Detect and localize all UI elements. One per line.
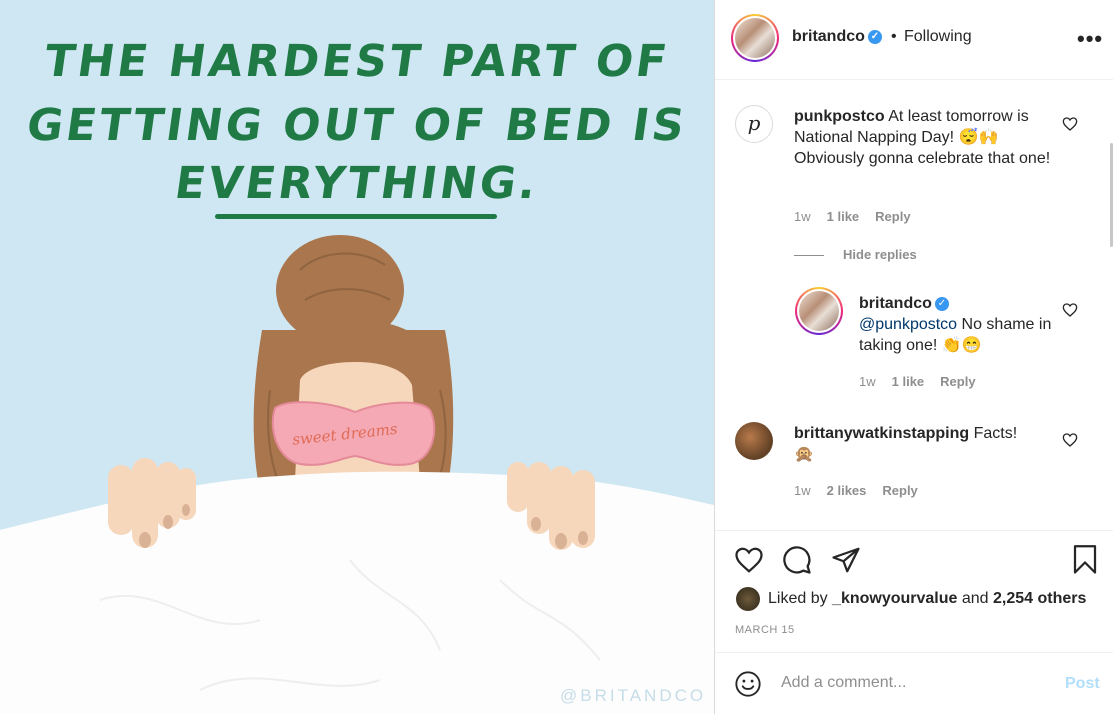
reply-avatar[interactable] xyxy=(795,287,843,335)
liked-by-prefix: Liked by xyxy=(768,590,828,607)
headline-line1: THE HARDEST PART OF xyxy=(41,36,673,87)
smiley-icon[interactable] xyxy=(734,670,762,698)
heart-icon[interactable] xyxy=(734,545,764,575)
comment-likes[interactable]: 2 likes xyxy=(827,483,867,498)
share-icon[interactable] xyxy=(831,545,861,575)
blanket xyxy=(0,471,714,714)
verified-badge-icon: ✓ xyxy=(867,29,882,44)
liked-by-count[interactable]: 2,254 others xyxy=(993,590,1086,607)
more-options-icon[interactable]: ••• xyxy=(1077,26,1103,52)
comment-username[interactable]: punkpostco xyxy=(794,108,885,125)
post-actions: Liked by _knowyourvalue and 2,254 others… xyxy=(715,530,1113,650)
liked-by-middle: and xyxy=(961,590,989,607)
comment-input[interactable] xyxy=(781,671,1051,695)
post-date[interactable]: MARCH 15 xyxy=(735,624,795,636)
comment-likes[interactable]: 1 like xyxy=(827,209,860,224)
comments-list[interactable]: p punkpostco At least tomorrow is Nation… xyxy=(715,81,1113,529)
reply-mention[interactable]: @punkpostco xyxy=(859,316,957,333)
post-button[interactable]: Post xyxy=(1065,675,1100,693)
post-image[interactable]: THE HARDEST PART OF GETTING OUT OF BED I… xyxy=(0,0,714,714)
bookmark-icon[interactable] xyxy=(1071,545,1099,575)
headline-line3: EVERYTHING. xyxy=(171,158,543,209)
reply-likes[interactable]: 1 like xyxy=(892,374,925,389)
reply-body: britandco ✓ @punkpostco No shame in takin… xyxy=(859,293,1069,356)
headline-underline xyxy=(215,214,497,219)
headline-line2: GETTING OUT OF BED IS xyxy=(23,100,691,151)
comment-time[interactable]: 1w xyxy=(794,483,811,498)
hide-replies-line xyxy=(794,255,824,256)
reply-like-heart-icon[interactable] xyxy=(1062,302,1078,318)
verified-badge-icon: ✓ xyxy=(934,296,949,311)
comment-like-heart-icon[interactable] xyxy=(1062,116,1078,132)
comment-username[interactable]: brittanywatkinstapping xyxy=(794,425,969,442)
comment-reply-button[interactable]: Reply xyxy=(882,483,917,498)
comment-body: brittanywatkinstapping Facts! 🙊 xyxy=(794,423,1059,465)
comment-like-heart-icon[interactable] xyxy=(1062,432,1078,448)
hide-replies-button[interactable]: Hide replies xyxy=(843,247,917,262)
following-button[interactable]: Following xyxy=(904,28,972,46)
reply-meta: 1w 1 like Reply xyxy=(859,374,992,389)
header-avatar[interactable] xyxy=(731,14,779,62)
reply-username[interactable]: britandco xyxy=(859,295,932,312)
comment-text: Facts! xyxy=(973,425,1018,442)
comment-emoji: 🙊 xyxy=(794,446,814,463)
comment-meta: 1w 2 likes Reply xyxy=(794,483,934,498)
comment-body: punkpostco At least tomorrow is National… xyxy=(794,106,1064,169)
header-username-link[interactable]: britandco ✓ xyxy=(792,28,882,46)
comment-meta: 1w 1 like Reply xyxy=(794,209,927,224)
comment-time[interactable]: 1w xyxy=(794,209,811,224)
header-separator: • xyxy=(891,28,897,45)
header-username[interactable]: britandco xyxy=(792,28,865,45)
watermark: @BRITANDCO xyxy=(560,686,707,705)
add-comment-bar: Post xyxy=(715,652,1113,714)
liked-by-avatar[interactable] xyxy=(736,587,760,611)
liked-by-user[interactable]: _knowyourvalue xyxy=(832,590,957,607)
liked-by-text: Liked by _knowyourvalue and 2,254 others xyxy=(768,590,1086,608)
reply-time[interactable]: 1w xyxy=(859,374,876,389)
post-details-panel: britandco ✓ • Following ••• p punkpostco … xyxy=(714,0,1113,714)
comment-reply-button[interactable]: Reply xyxy=(875,209,910,224)
reply-reply-button[interactable]: Reply xyxy=(940,374,975,389)
comment-avatar-punkpostco[interactable]: p xyxy=(735,105,773,143)
comment-icon[interactable] xyxy=(782,545,812,575)
post-header: britandco ✓ • Following ••• xyxy=(715,0,1113,80)
comment-avatar-brittanywatkinstapping[interactable] xyxy=(735,422,773,460)
